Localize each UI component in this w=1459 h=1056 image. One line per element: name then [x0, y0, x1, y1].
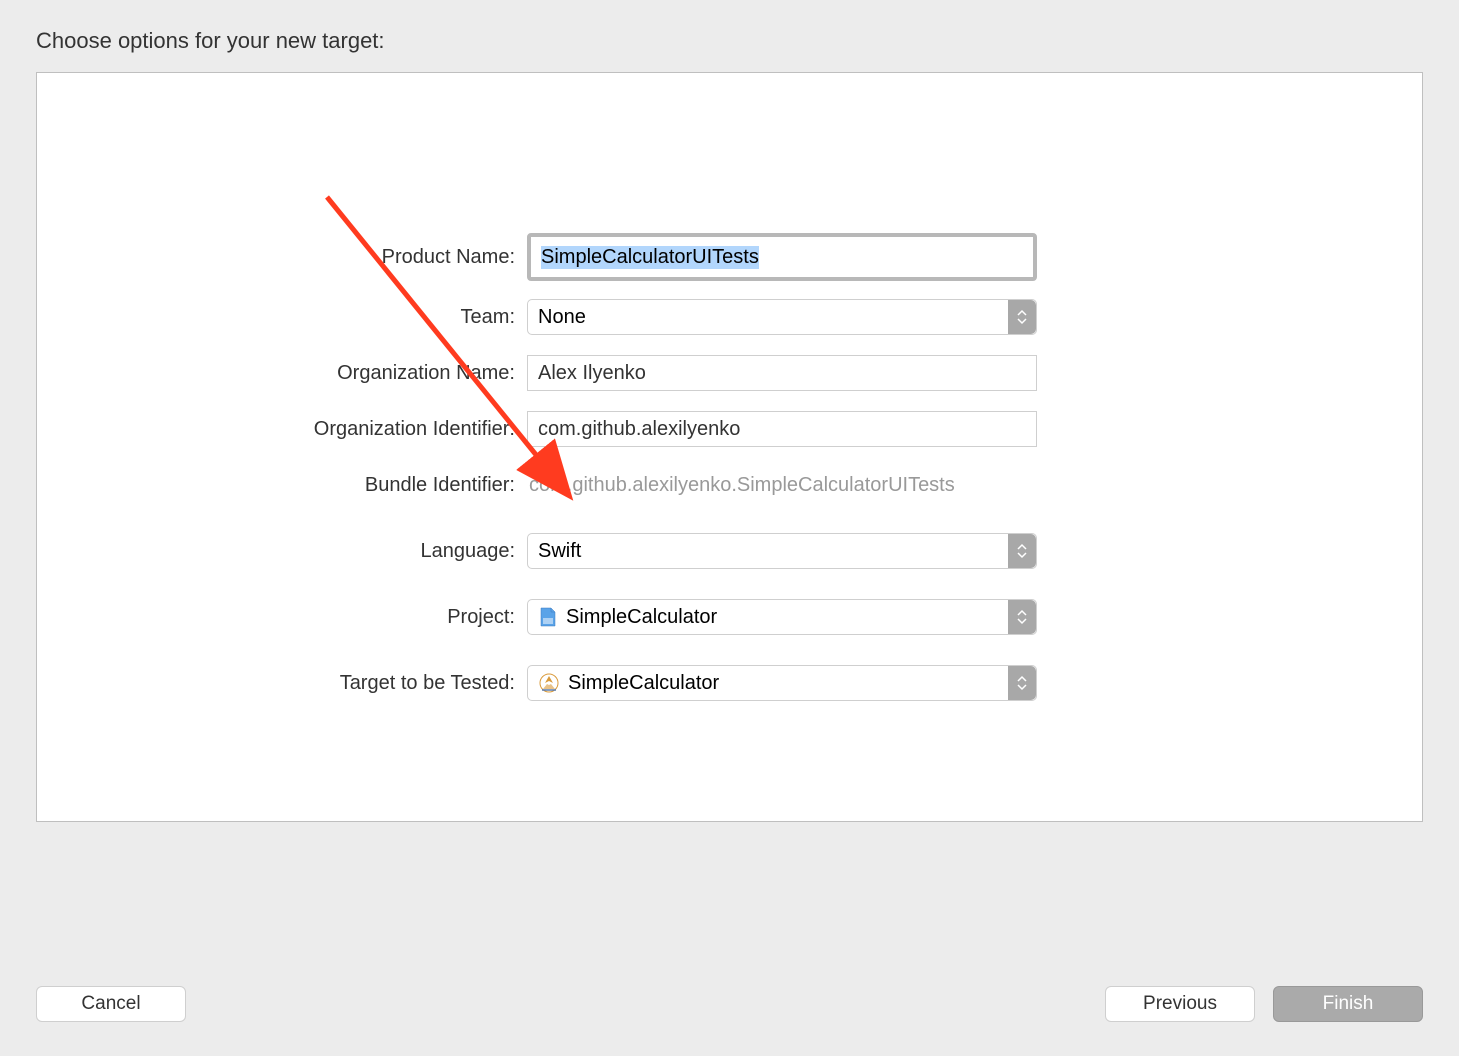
label-target-tested: Target to be Tested:: [37, 672, 527, 695]
input-org-name[interactable]: [527, 355, 1037, 391]
previous-button[interactable]: Previous: [1105, 986, 1255, 1022]
stepper-icon: [1008, 666, 1036, 700]
input-org-identifier[interactable]: [527, 411, 1037, 447]
label-language: Language:: [37, 540, 527, 563]
button-row: Cancel Previous Finish: [36, 986, 1423, 1022]
row-project: Project: SimpleCalculator: [37, 597, 1422, 637]
form-area: Product Name: SimpleCalculatorUITests Te…: [37, 233, 1422, 719]
dropdown-target-tested-value: SimpleCalculator: [568, 672, 719, 695]
input-product-name-value: SimpleCalculatorUITests: [541, 246, 759, 269]
row-language: Language: Swift: [37, 531, 1422, 571]
row-product-name: Product Name: SimpleCalculatorUITests: [37, 233, 1422, 281]
label-bundle-identifier: Bundle Identifier:: [37, 474, 527, 497]
row-team: Team: None: [37, 297, 1422, 337]
row-org-name: Organization Name:: [37, 353, 1422, 393]
dropdown-team[interactable]: None: [527, 299, 1037, 335]
main-panel: Product Name: SimpleCalculatorUITests Te…: [36, 72, 1423, 822]
dropdown-team-value: None: [538, 306, 586, 329]
stepper-icon: [1008, 300, 1036, 334]
value-bundle-identifier: com.github.alexilyenko.SimpleCalculatorU…: [527, 474, 1037, 497]
dropdown-language[interactable]: Swift: [527, 533, 1037, 569]
xcode-project-icon: [538, 606, 558, 628]
label-team: Team:: [37, 306, 527, 329]
dropdown-project[interactable]: SimpleCalculator: [527, 599, 1037, 635]
app-target-icon: [538, 672, 560, 694]
cancel-button[interactable]: Cancel: [36, 986, 186, 1022]
row-org-identifier: Organization Identifier:: [37, 409, 1422, 449]
dropdown-project-value: SimpleCalculator: [566, 606, 717, 629]
label-project: Project:: [37, 606, 527, 629]
label-org-identifier: Organization Identifier:: [37, 418, 527, 441]
row-bundle-identifier: Bundle Identifier: com.github.alexilyenk…: [37, 465, 1422, 505]
dialog-title: Choose options for your new target:: [0, 0, 1459, 72]
dropdown-language-value: Swift: [538, 540, 581, 563]
stepper-icon: [1008, 534, 1036, 568]
finish-button[interactable]: Finish: [1273, 986, 1423, 1022]
label-product-name: Product Name:: [37, 246, 527, 269]
row-target-tested: Target to be Tested: SimpleCalculator: [37, 663, 1422, 703]
input-product-name[interactable]: SimpleCalculatorUITests: [527, 233, 1037, 281]
label-org-name: Organization Name:: [37, 362, 527, 385]
dropdown-target-tested[interactable]: SimpleCalculator: [527, 665, 1037, 701]
stepper-icon: [1008, 600, 1036, 634]
